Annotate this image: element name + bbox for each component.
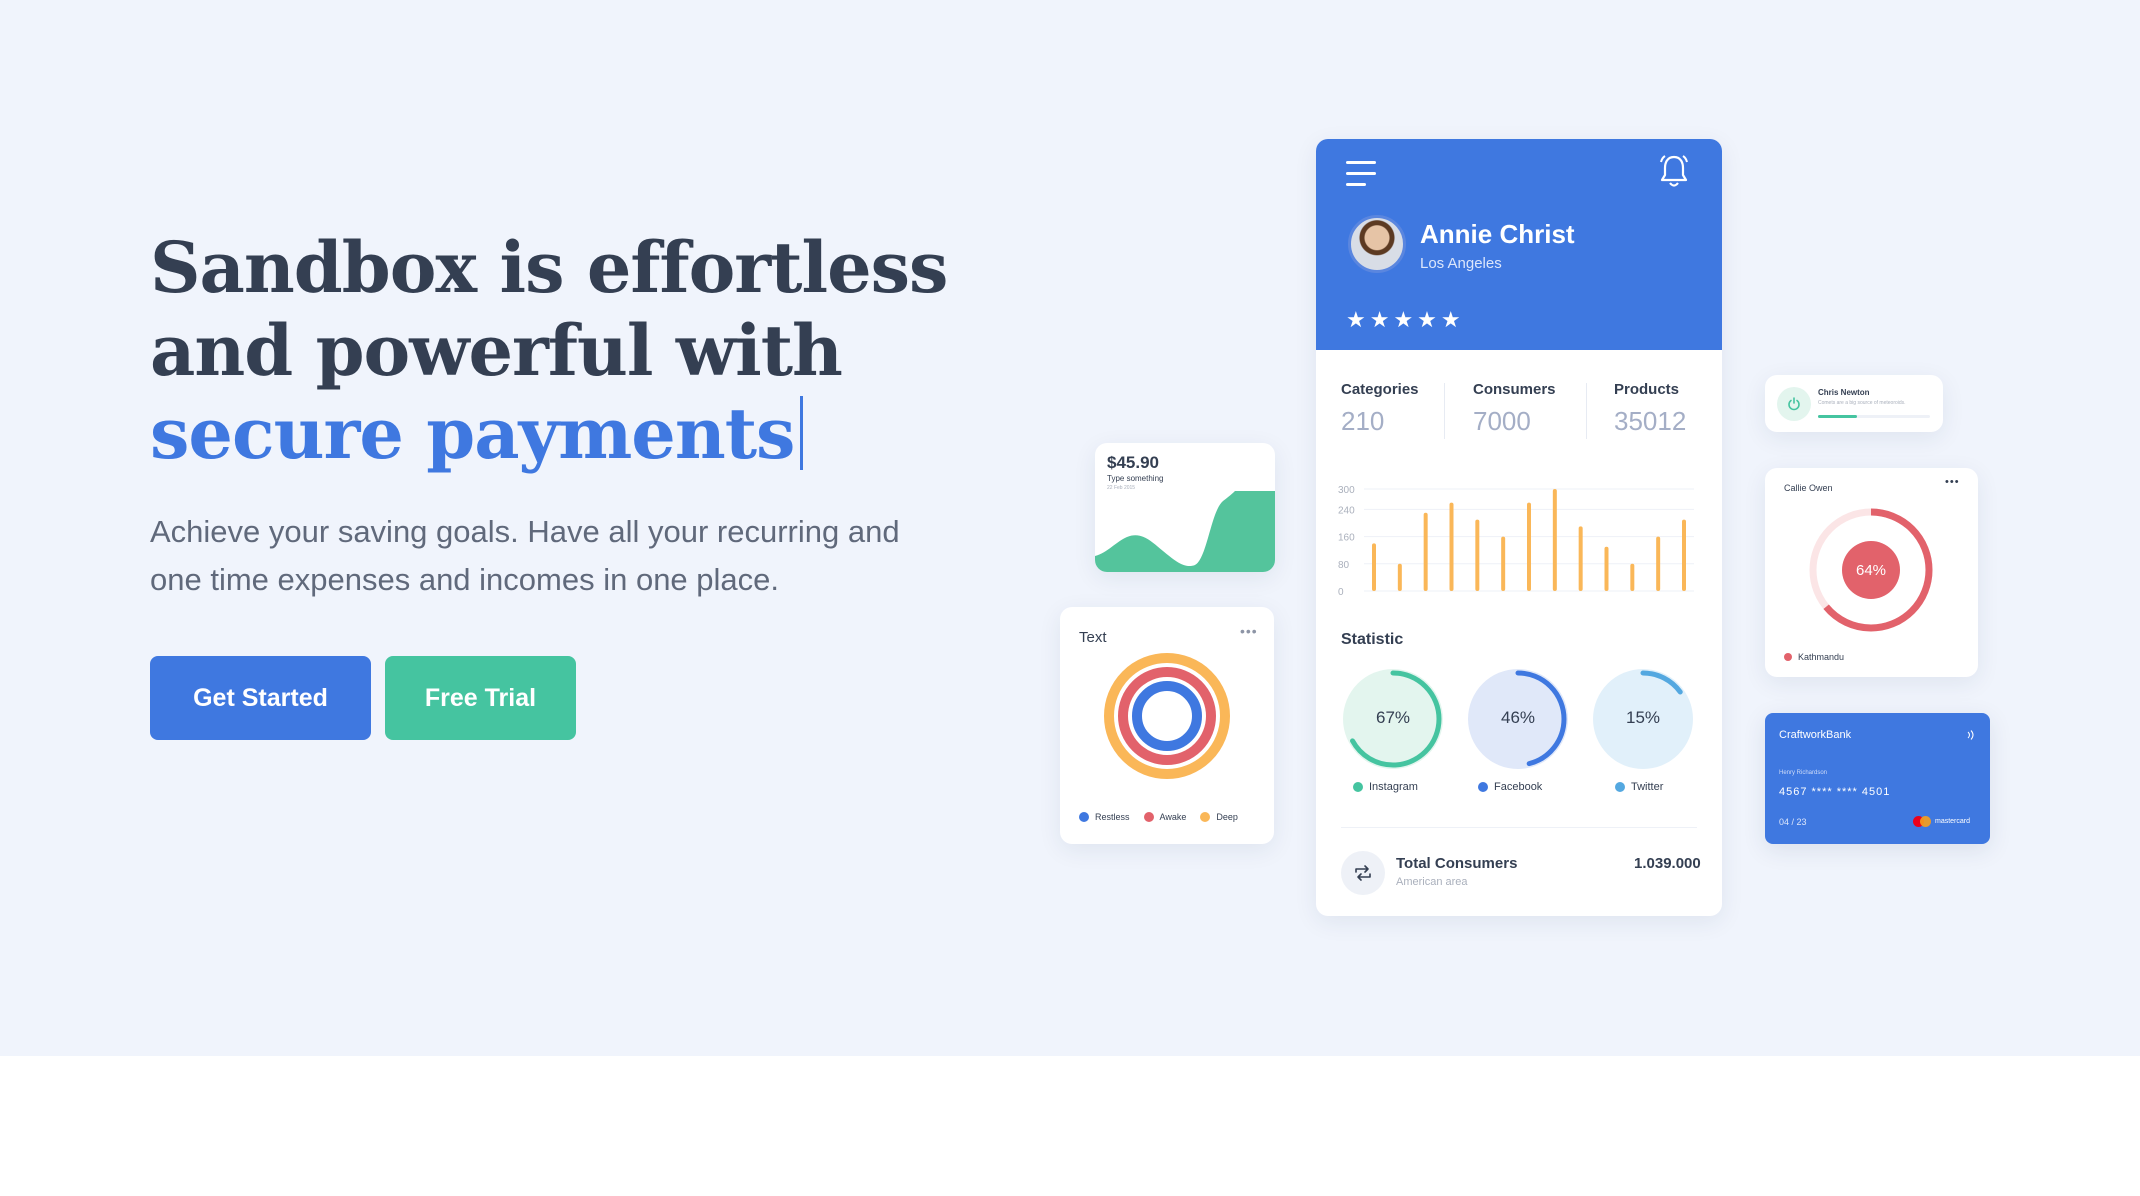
contactless-icon <box>1967 730 1974 740</box>
user-location: Los Angeles <box>1420 255 1502 272</box>
card-title: Text <box>1079 629 1107 646</box>
total-consumers-subtitle: American area <box>1396 876 1468 888</box>
legend-item: Instagram <box>1353 781 1418 793</box>
stat-value: 35012 <box>1614 406 1687 436</box>
bar <box>1552 489 1557 591</box>
bar <box>1578 526 1583 591</box>
avatar[interactable] <box>1348 215 1406 273</box>
headline-line-1: Sandbox is effortless <box>150 226 948 309</box>
contact-name: Callie Owen <box>1784 483 1833 493</box>
stat-consumers: Consumers 7000 <box>1473 381 1593 437</box>
bank-name: CraftworkBank <box>1779 729 1852 741</box>
headline-accent: secure payments <box>150 392 795 475</box>
y-tick-label: 300 <box>1338 485 1355 496</box>
ring-percent: 64% <box>1856 562 1886 579</box>
bar <box>1604 546 1609 591</box>
bar <box>1630 563 1635 591</box>
hero-lead: Achieve your saving goals. Have all your… <box>150 514 900 597</box>
power-icon <box>1777 387 1811 421</box>
stat-value: 210 <box>1341 406 1385 436</box>
hamburger-icon[interactable] <box>1346 159 1378 189</box>
concentric-chart-card: Text ••• Restless Awake Deep <box>1060 607 1274 844</box>
stat-ring: 15% Twitter <box>1591 667 1695 793</box>
typing-caret <box>800 396 804 470</box>
concentric-legend: Restless Awake Deep <box>1079 812 1238 822</box>
statistic-title: Statistic <box>1341 631 1404 648</box>
dashboard-phone-card: Annie Christ Los Angeles ★★★★★ Categorie… <box>1316 139 1722 916</box>
concentric-rings-chart <box>1104 653 1230 779</box>
stat-ring: 46% Facebook <box>1466 667 1570 793</box>
legend-item: Awake <box>1143 812 1186 822</box>
bar <box>1372 543 1376 591</box>
profile-header: Annie Christ Los Angeles ★★★★★ <box>1316 139 1722 350</box>
bar <box>1527 502 1531 591</box>
user-name: Annie Christ <box>1420 219 1575 249</box>
contact-name: Chris Newton <box>1818 388 1870 397</box>
bar <box>1501 536 1506 591</box>
bar <box>1682 519 1686 591</box>
total-consumers-title: Total Consumers <box>1396 855 1518 872</box>
stat-label: Categories <box>1341 381 1419 398</box>
y-tick-label: 240 <box>1338 505 1355 516</box>
total-consumers-value: 1.039.000 <box>1634 855 1701 872</box>
hero-headline: Sandbox is effortless and powerful with … <box>150 226 950 475</box>
divider <box>1341 827 1697 828</box>
contact-subtitle: Comets are a big source of meteoroids. <box>1818 400 1906 406</box>
rating-stars: ★★★★★ <box>1346 307 1465 332</box>
bar <box>1423 512 1428 591</box>
y-tick-label: 0 <box>1338 587 1344 598</box>
legend-item: Kathmandu <box>1784 652 1844 662</box>
more-dots-icon[interactable]: ••• <box>1945 476 1960 488</box>
area-chart <box>1095 491 1275 572</box>
progress-fill <box>1818 415 1858 418</box>
bell-icon[interactable] <box>1658 153 1690 189</box>
headline-line-2: and powerful with <box>150 309 843 392</box>
more-dots-icon[interactable]: ••• <box>1240 623 1258 639</box>
legend-item: Twitter <box>1615 781 1663 793</box>
ring-percent: 67% <box>1375 708 1411 727</box>
mastercard-icon <box>1913 816 1931 827</box>
free-trial-button[interactable]: Free Trial <box>385 656 576 740</box>
legend-item: Facebook <box>1478 781 1542 793</box>
card-brand: mastercard <box>1913 816 1970 827</box>
stat-categories: Categories 210 <box>1341 381 1461 437</box>
y-tick-label: 80 <box>1338 560 1350 571</box>
stat-products: Products 35012 <box>1614 381 1722 437</box>
percentage-ring: 64% <box>1809 508 1933 632</box>
stat-label: Consumers <box>1473 381 1556 398</box>
stat-ring: 67% Instagram <box>1341 667 1445 793</box>
bar <box>1397 563 1402 591</box>
donut-card: Callie Owen ••• 64% Kathmandu <box>1765 468 1978 677</box>
stat-value: 7000 <box>1473 406 1531 436</box>
stat-divider <box>1586 383 1587 439</box>
y-tick-label: 160 <box>1338 533 1355 544</box>
stat-divider <box>1444 383 1445 439</box>
bar <box>1475 519 1480 591</box>
bar <box>1656 536 1661 591</box>
consumers-bar-chart: 300 240 160 80 0 <box>1338 485 1694 598</box>
card-expiry: 04 / 23 <box>1779 817 1807 827</box>
repeat-icon <box>1341 851 1385 895</box>
price-area-card: $45.90 Type something 22 Feb 2015 <box>1095 443 1275 572</box>
legend-item: Restless <box>1079 812 1130 822</box>
price-value: $45.90 <box>1107 453 1159 472</box>
ring-percent: 46% <box>1500 708 1536 727</box>
notification-card: Chris Newton Comets are a big source of … <box>1765 375 1943 432</box>
stat-label: Products <box>1614 381 1680 398</box>
card-number: 4567 **** **** 4501 <box>1779 786 1891 798</box>
get-started-button[interactable]: Get Started <box>150 656 371 740</box>
legend-item: Deep <box>1200 812 1238 822</box>
ring-percent: 15% <box>1625 708 1661 727</box>
bar <box>1449 502 1454 591</box>
card-holder: Henry Richardson <box>1779 770 1828 776</box>
credit-card[interactable]: CraftworkBank Henry Richardson 4567 ****… <box>1765 713 1990 844</box>
